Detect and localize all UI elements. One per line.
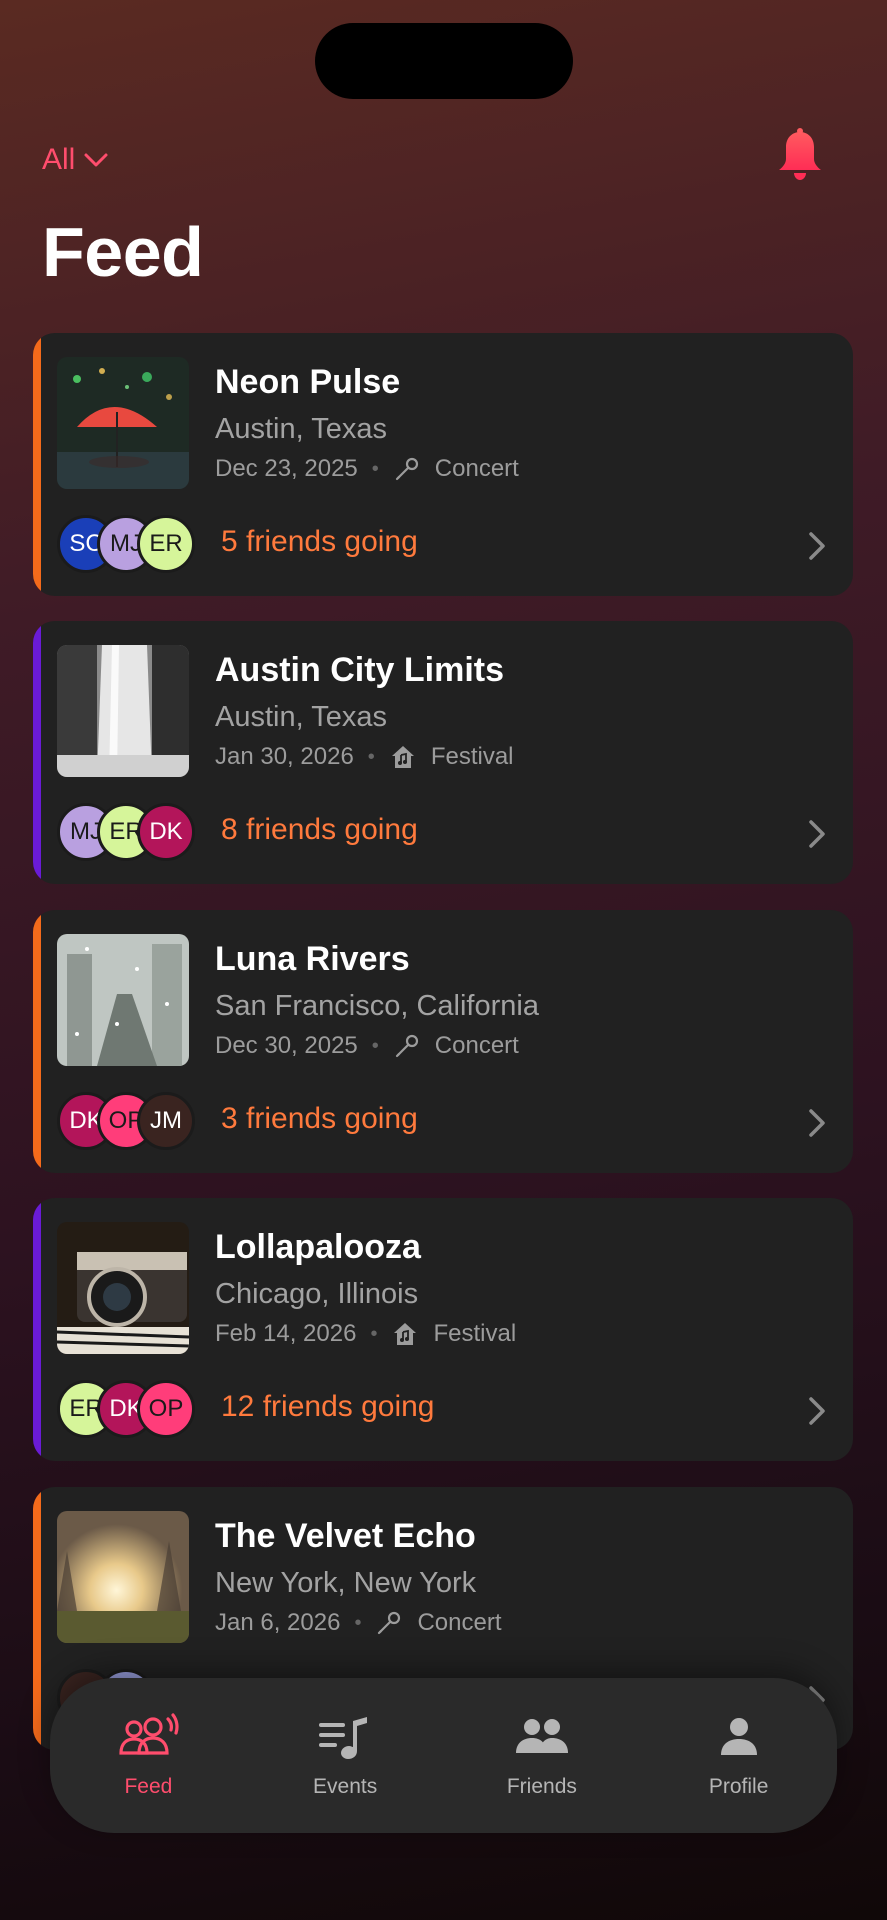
event-thumbnail: [57, 1222, 189, 1354]
event-thumbnail: [57, 934, 189, 1066]
avatar: ER: [137, 515, 195, 573]
tab-friends[interactable]: Friends: [452, 1678, 632, 1833]
event-type: Concert: [434, 1032, 519, 1059]
event-location: New York, New York: [215, 1567, 477, 1599]
chevron-right-icon: [809, 820, 825, 848]
event-location: San Francisco, California: [215, 990, 539, 1022]
friends-going-text: 12 friends going: [221, 1390, 435, 1423]
tab-feed[interactable]: Feed: [58, 1678, 238, 1833]
tab-label: Profile: [708, 1774, 769, 1798]
event-thumbnail: [57, 645, 189, 777]
category-accent-bar: [33, 1487, 41, 1750]
event-title: The Velvet Echo: [215, 1517, 476, 1555]
event-date: Dec 30, 2025: [215, 1032, 358, 1059]
event-meta: Dec 30, 2025 • Concert: [215, 1032, 519, 1060]
event-type: Concert: [434, 455, 519, 482]
chevron-right-icon: [809, 1109, 825, 1137]
event-thumbnail: [57, 1511, 189, 1643]
festival-house-icon: [391, 746, 414, 768]
microphone-icon: [395, 1034, 418, 1058]
friends-avatars: SC MJ ER: [57, 515, 197, 575]
microphone-icon: [395, 457, 418, 481]
friends-avatars: ER DK OP: [57, 1380, 197, 1440]
separator-dot: •: [370, 1322, 378, 1345]
event-location: Austin, Texas: [215, 413, 387, 445]
event-location: Austin, Texas: [215, 701, 387, 733]
event-date: Feb 14, 2026: [215, 1320, 357, 1347]
avatar: DK: [137, 803, 195, 861]
event-title: Luna Rivers: [215, 940, 410, 978]
event-type: Festival: [433, 1320, 517, 1347]
page-title: Feed: [42, 213, 204, 291]
event-meta: Dec 23, 2025 • Concert: [215, 455, 519, 483]
event-location: Chicago, Illinois: [215, 1278, 419, 1310]
friends-icon: [515, 1718, 568, 1753]
event-thumbnail: [57, 357, 189, 489]
separator-dot: •: [367, 745, 375, 768]
friends-avatars: MJ ER DK: [57, 803, 197, 863]
tab-profile[interactable]: Profile: [649, 1678, 829, 1833]
event-date: Jan 30, 2026: [215, 743, 354, 770]
bell-icon[interactable]: [770, 126, 830, 186]
chevron-right-icon: [809, 532, 825, 560]
tab-label: Events: [313, 1774, 378, 1798]
event-card[interactable]: Neon Pulse Austin, Texas Dec 23, 2025 • …: [33, 333, 853, 596]
event-meta: Jan 30, 2026 • Festival: [215, 743, 514, 771]
tab-events[interactable]: Events: [255, 1678, 435, 1833]
feed-people-icon: [119, 1712, 179, 1755]
tab-label: Feed: [124, 1774, 173, 1798]
avatar: OP: [137, 1380, 195, 1438]
event-card[interactable]: Lollapalooza Chicago, Illinois Feb 14, 2…: [33, 1198, 853, 1461]
event-card[interactable]: Austin City Limits Austin, Texas Jan 30,…: [33, 621, 853, 884]
event-date: Jan 6, 2026: [215, 1609, 341, 1636]
event-meta: Jan 6, 2026 • Concert: [215, 1609, 502, 1637]
event-card[interactable]: Luna Rivers San Francisco, California De…: [33, 910, 853, 1173]
friends-going-text: 5 friends going: [221, 525, 418, 558]
microphone-icon: [378, 1611, 401, 1635]
friends-avatars: DK OP JM: [57, 1092, 197, 1152]
event-type: Festival: [430, 743, 514, 770]
event-title: Lollapalooza: [215, 1228, 421, 1266]
tab-bar: Feed Events Friends Profile: [50, 1678, 837, 1833]
event-type: Concert: [417, 1609, 502, 1636]
chevron-right-icon: [809, 1397, 825, 1425]
category-accent-bar: [33, 1198, 41, 1461]
event-title: Austin City Limits: [215, 651, 505, 689]
separator-dot: •: [371, 1034, 379, 1057]
event-title: Neon Pulse: [215, 363, 401, 401]
category-accent-bar: [33, 910, 41, 1173]
person-icon: [720, 1717, 757, 1755]
category-accent-bar: [33, 621, 41, 884]
event-meta: Feb 14, 2026 • Festival: [215, 1320, 516, 1348]
tab-label: Friends: [506, 1774, 577, 1798]
category-accent-bar: [33, 333, 41, 596]
friends-going-text: 3 friends going: [221, 1102, 418, 1135]
chevron-down-icon: [84, 153, 108, 167]
filter-dropdown[interactable]: All: [42, 140, 109, 180]
friends-going-text: 8 friends going: [221, 813, 418, 846]
festival-house-icon: [394, 1323, 417, 1345]
separator-dot: •: [371, 457, 379, 480]
filter-label: All: [42, 143, 76, 176]
event-date: Dec 23, 2025: [215, 455, 358, 482]
music-list-icon: [319, 1716, 368, 1759]
separator-dot: •: [354, 1611, 362, 1634]
avatar: JM: [137, 1092, 195, 1150]
dynamic-island: [315, 23, 573, 99]
